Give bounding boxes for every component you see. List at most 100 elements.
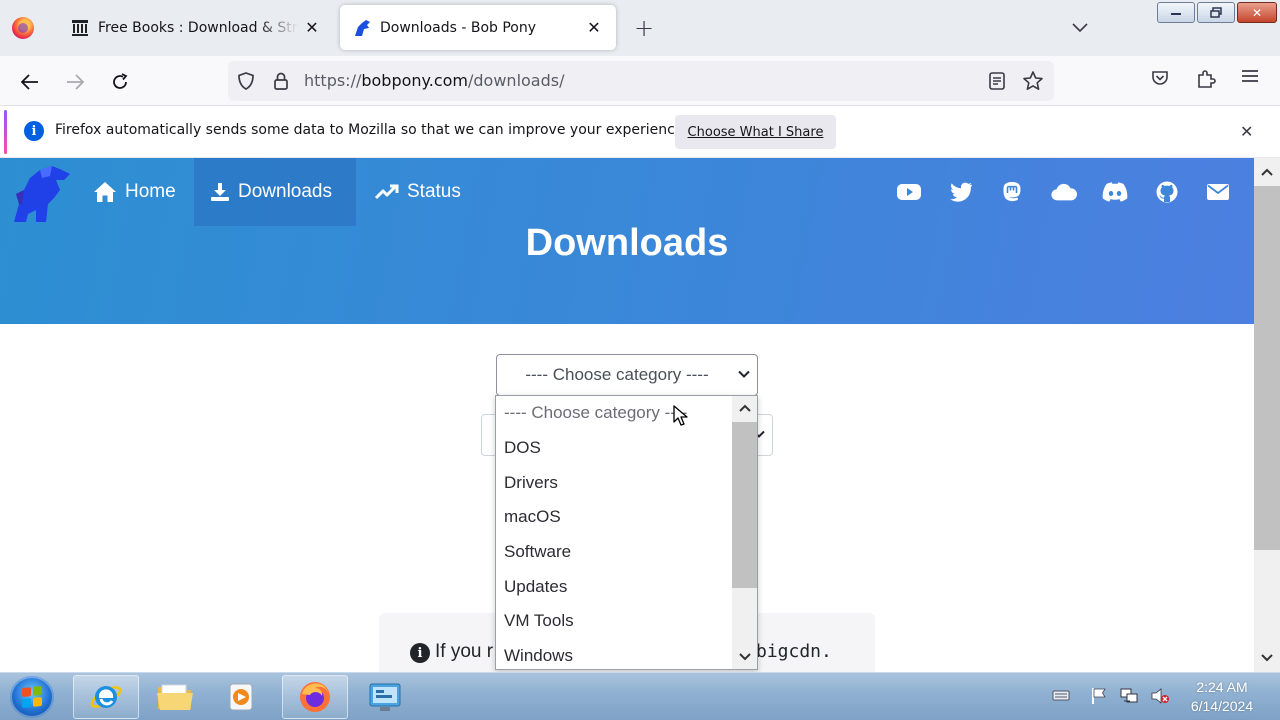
page-scroll-thumb[interactable] (1254, 186, 1280, 550)
windows-logo-icon (22, 685, 42, 709)
internet-explorer-icon (90, 686, 122, 708)
social-links (896, 179, 1254, 205)
data-collection-notification: i Firefox automatically sends some data … (0, 106, 1280, 158)
taskbar-file-explorer[interactable] (142, 675, 208, 719)
restore-button[interactable] (1197, 2, 1235, 23)
dropdown-option-vm-tools[interactable]: VM Tools (496, 604, 732, 639)
scroll-up-icon[interactable] (1254, 162, 1280, 182)
github-icon[interactable] (1154, 179, 1180, 205)
scroll-up-icon[interactable] (732, 398, 757, 418)
cloud-icon[interactable] (1050, 179, 1077, 205)
twitter-icon[interactable] (948, 179, 974, 205)
bob-pony-logo[interactable] (10, 164, 72, 224)
clock-time: 2:24 AM (1196, 679, 1248, 695)
url-text[interactable]: https://bobpony.com/downloads/ (304, 71, 564, 90)
dropdown-option-dos[interactable]: DOS (496, 431, 732, 466)
youtube-icon[interactable] (896, 179, 922, 205)
taskbar-firefox[interactable] (282, 675, 348, 719)
dropdown-option-updates[interactable]: Updates (496, 569, 732, 604)
reload-icon (113, 73, 128, 89)
nav-label: Status (407, 181, 461, 202)
page-header: Home Downloads Status Downloads (0, 158, 1254, 324)
scroll-down-icon[interactable] (732, 647, 757, 667)
notification-message: Firefox automatically sends some data to… (55, 122, 688, 138)
url-scheme: https:// (304, 71, 362, 90)
dropdown-scrollbar[interactable] (732, 396, 757, 669)
arrow-right-icon (67, 74, 84, 90)
address-bar[interactable]: https://bobpony.com/downloads/ (228, 61, 1054, 101)
reload-button[interactable] (104, 66, 136, 98)
archive-icon (70, 18, 90, 38)
folder-icon (157, 684, 193, 710)
back-button[interactable] (14, 66, 46, 98)
tab-strip: Free Books : Download & Streaming : Inte… (0, 0, 1280, 56)
reader-view-icon[interactable] (988, 71, 1006, 95)
dropdown-option-macos[interactable]: macOS (496, 500, 732, 535)
nav-label: Downloads (238, 181, 332, 202)
notification-accent (4, 110, 7, 154)
close-window-button[interactable]: ✕ (1237, 2, 1277, 23)
tab-internet-archive[interactable]: Free Books : Download & Streaming : Inte… (58, 5, 334, 50)
page-scrollbar[interactable] (1254, 158, 1280, 672)
volume-muted-icon[interactable] (1150, 687, 1170, 709)
taskbar-control-panel[interactable] (352, 675, 418, 719)
notice-text: If you r (435, 641, 494, 662)
minimize-button[interactable] (1157, 2, 1195, 23)
info-circle-icon: i (410, 643, 430, 663)
taskbar-media-player[interactable] (208, 675, 274, 719)
dropdown-option-placeholder[interactable]: ---- Choose category ---- (496, 396, 732, 431)
trending-icon (375, 184, 399, 200)
tab-bob-pony-downloads[interactable]: Downloads - Bob Pony ✕ (340, 5, 616, 50)
button-label: Choose What I Share (687, 124, 824, 140)
home-icon (94, 182, 116, 202)
keyboard-icon[interactable] (1052, 687, 1070, 706)
menu-hamburger-icon[interactable] (1241, 68, 1259, 88)
dropdown-option-windows[interactable]: Windows (496, 639, 732, 669)
pocket-icon[interactable] (1150, 68, 1170, 92)
page-title: Downloads (525, 222, 729, 264)
forward-button[interactable] (59, 66, 91, 98)
system-clock[interactable]: 2:24 AM 6/14/2024 (1182, 678, 1262, 716)
arrow-left-icon (21, 74, 38, 90)
dropdown-option-software[interactable]: Software (496, 535, 732, 570)
nav-downloads-link[interactable]: Downloads (194, 158, 356, 226)
discord-icon[interactable] (1102, 179, 1128, 205)
choose-what-i-share-button[interactable]: Choose What I Share (675, 115, 836, 149)
scroll-down-icon[interactable] (1254, 648, 1280, 668)
dropdown-options: ---- Choose category ---- DOS Drivers ma… (496, 396, 732, 669)
close-tab-icon[interactable]: ✕ (302, 18, 322, 38)
action-center-flag-icon[interactable] (1090, 687, 1108, 709)
new-tab-button[interactable]: + (630, 14, 658, 42)
download-icon (211, 183, 229, 201)
bobpony-icon (352, 18, 372, 38)
network-icon[interactable] (1119, 687, 1139, 709)
nav-status-link[interactable]: Status (359, 158, 477, 226)
list-all-tabs-icon[interactable] (1068, 16, 1092, 40)
close-tab-icon[interactable]: ✕ (584, 18, 604, 38)
category-select[interactable]: ---- Choose category ---- (496, 354, 758, 396)
tracking-protection-shield-icon[interactable] (236, 71, 256, 95)
category-dropdown-list: ---- Choose category ---- DOS Drivers ma… (495, 395, 758, 670)
notice-code: bigcdn. (756, 641, 832, 662)
start-button[interactable] (10, 676, 54, 718)
url-path: /downloads/ (468, 71, 565, 90)
close-notification-icon[interactable]: ✕ (1240, 122, 1253, 141)
extensions-puzzle-icon[interactable] (1196, 68, 1216, 94)
email-icon[interactable] (1205, 179, 1231, 205)
clock-date: 6/14/2024 (1190, 698, 1254, 714)
lock-icon[interactable] (272, 71, 290, 95)
firefox-view-icon[interactable] (12, 17, 34, 39)
dropdown-option-drivers[interactable]: Drivers (496, 465, 732, 500)
firefox-icon (300, 682, 330, 712)
taskbar-internet-explorer[interactable] (73, 675, 139, 719)
mastodon-icon[interactable] (999, 179, 1025, 205)
tab-title: Downloads - Bob Pony (380, 19, 537, 36)
url-host: bobpony.com (361, 71, 468, 90)
bookmark-star-icon[interactable] (1022, 70, 1044, 96)
select-value: ---- Choose category ---- (525, 365, 709, 384)
dropdown-scroll-thumb[interactable] (732, 422, 757, 588)
nav-home-link[interactable]: Home (77, 158, 192, 226)
tab-title: Free Books : Download & Streaming : Inte… (98, 19, 298, 36)
windows-taskbar: 2:24 AM 6/14/2024 (0, 672, 1280, 720)
navigation-toolbar: https://bobpony.com/downloads/ (0, 56, 1280, 106)
